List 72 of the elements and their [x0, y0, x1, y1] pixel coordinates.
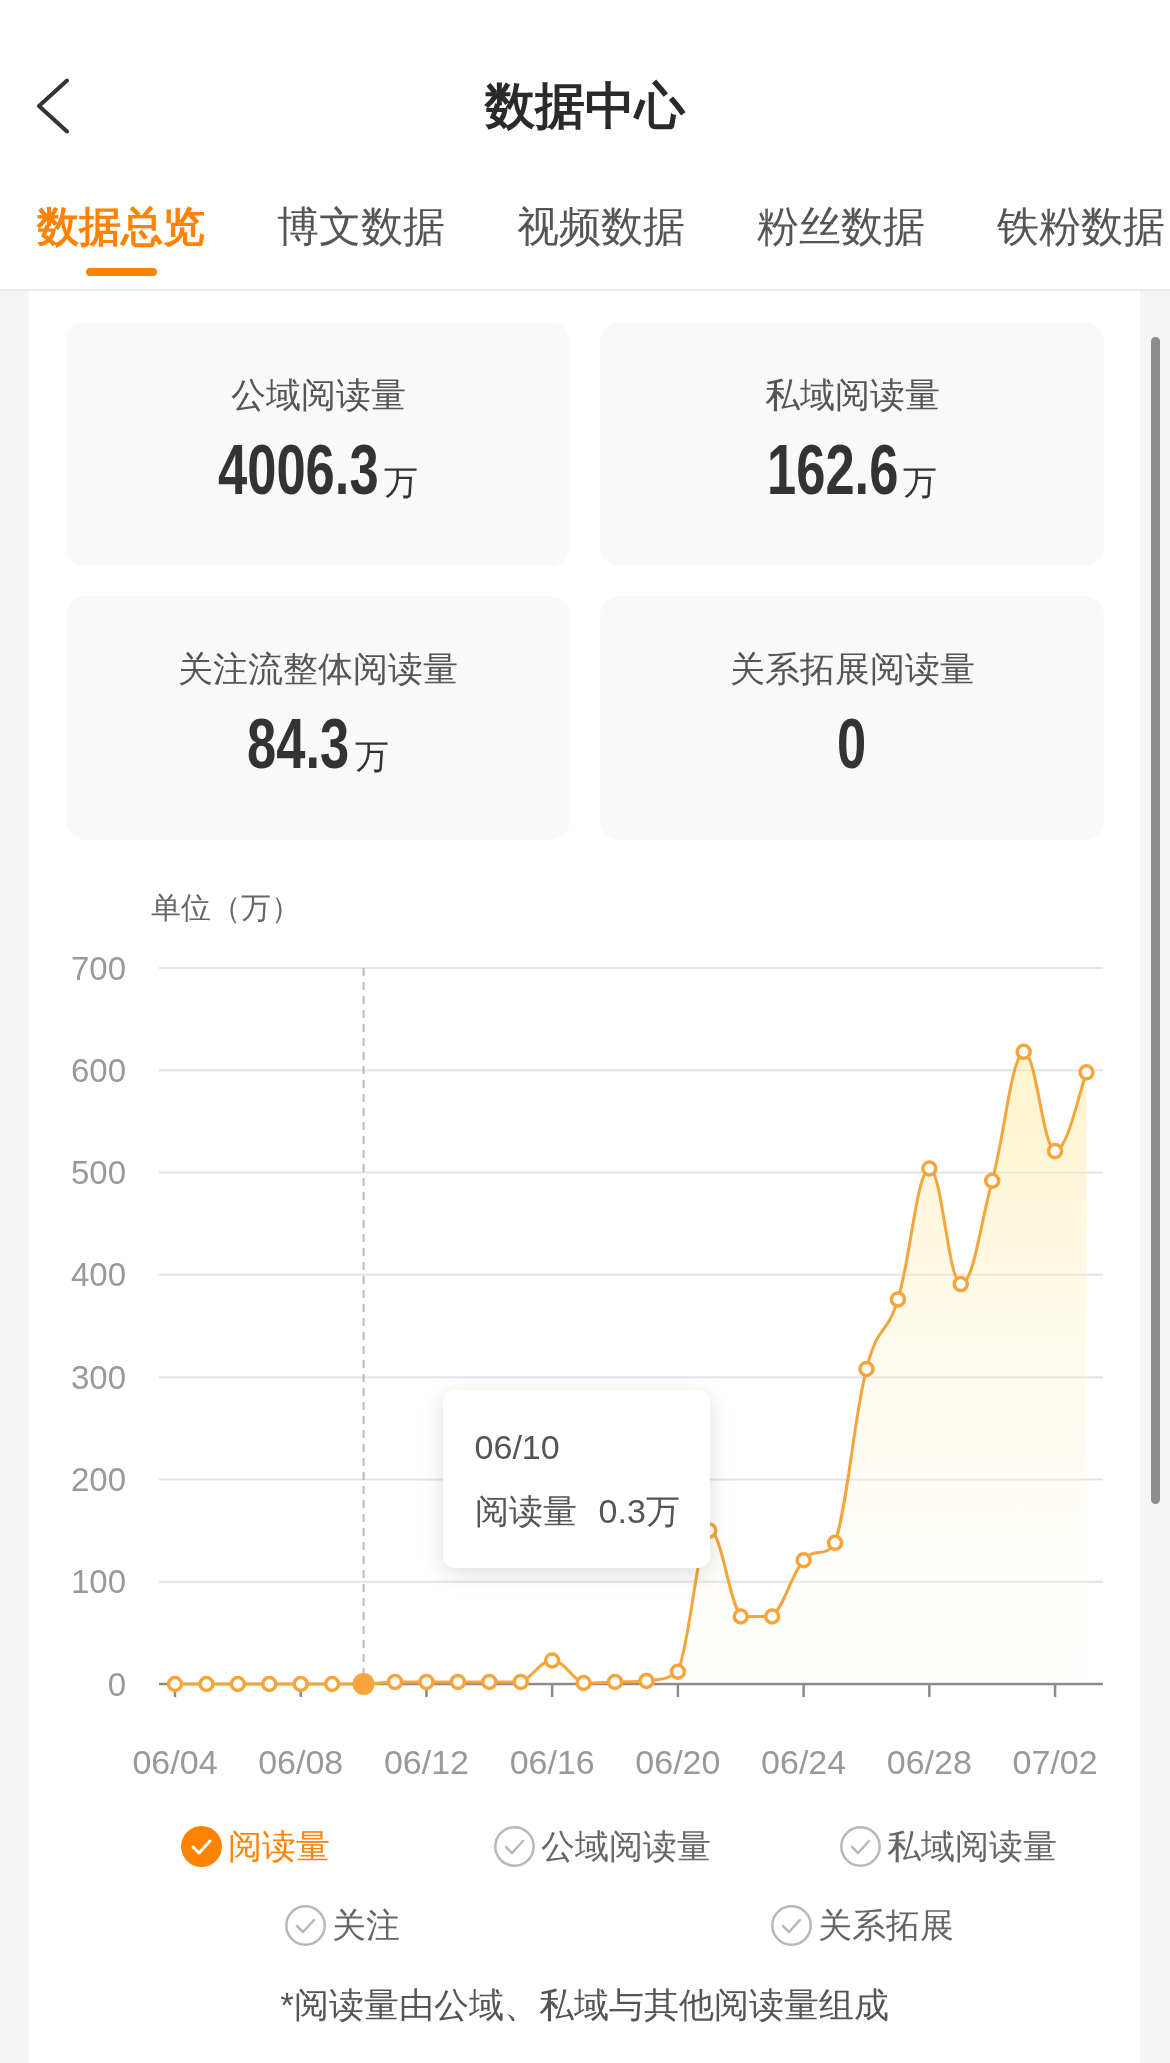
unit-label: 单位（万） [151, 890, 301, 924]
data-point [606, 1673, 624, 1691]
highlighted-data-point [352, 1673, 375, 1695]
stat-label: 私域阅读量 [764, 374, 940, 416]
tab[interactable]: 粉丝数据 [757, 198, 925, 276]
stat-value: 162.6 [766, 430, 899, 510]
legend-toggle[interactable]: 关注 [284, 1895, 400, 1955]
x-axis-label: 06/08 [258, 1743, 344, 1781]
stat-label: 公域阅读量 [230, 374, 406, 416]
data-point [638, 1672, 655, 1690]
data-point [229, 1675, 247, 1693]
data-point [418, 1673, 435, 1691]
data-point [323, 1675, 341, 1693]
x-axis-label: 06/28 [886, 1743, 972, 1781]
stat-value: 4006.3 [218, 430, 379, 510]
tab[interactable]: 视频数据 [517, 198, 685, 276]
data-point [732, 1608, 749, 1625]
data-point [386, 1673, 404, 1691]
data-point [575, 1674, 592, 1692]
data-point [292, 1675, 309, 1693]
stat-unit: 万 [354, 736, 389, 777]
data-point [763, 1608, 781, 1625]
tooltip-date: 06/10 [474, 1427, 561, 1468]
stat-unit: 万 [383, 462, 418, 503]
data-point [795, 1552, 812, 1569]
legend-toggle[interactable]: 公域阅读量 [493, 1816, 711, 1876]
data-point [1078, 1064, 1095, 1081]
back-icon[interactable] [36, 77, 70, 134]
data-point [481, 1673, 498, 1691]
y-axis-label: 400 [70, 1256, 126, 1294]
data-point [543, 1652, 561, 1669]
stat-value: 84.3 [247, 704, 350, 784]
footnote: *阅读量由公域、私域与其他阅读量组成 [280, 1984, 889, 2026]
legend-toggle[interactable]: 关系拓展 [770, 1895, 954, 1955]
scrollbar-thumb[interactable] [1151, 337, 1160, 1504]
data-point [952, 1275, 970, 1293]
data-point [198, 1675, 215, 1693]
stat-value: 0 [837, 704, 867, 784]
x-axis-label: 06/16 [509, 1743, 595, 1781]
y-axis-label: 500 [70, 1154, 126, 1192]
x-axis-label: 07/02 [1012, 1743, 1098, 1781]
data-point [826, 1534, 844, 1552]
tab[interactable]: 博文数据 [277, 198, 445, 276]
x-axis-label: 06/04 [132, 1743, 218, 1781]
y-axis-label: 300 [70, 1358, 126, 1396]
data-point [858, 1360, 875, 1378]
x-axis-label: 06/12 [383, 1743, 469, 1781]
stat-label: 关注流整体阅读量 [178, 648, 458, 690]
y-axis-label: 200 [70, 1460, 126, 1498]
tooltip-value: 0.3万 [598, 1491, 680, 1532]
stat-label: 关系拓展阅读量 [729, 648, 975, 690]
data-point [1046, 1142, 1064, 1160]
tooltip-label: 阅读量 [474, 1491, 577, 1532]
data-point [261, 1675, 278, 1693]
x-axis-label: 06/24 [761, 1743, 847, 1781]
data-point [983, 1172, 1001, 1189]
data-point [889, 1291, 907, 1308]
x-axis-label: 06/20 [635, 1743, 721, 1781]
y-axis-label: 600 [70, 1051, 126, 1089]
data-point [1015, 1043, 1032, 1061]
stat-unit: 万 [903, 462, 938, 503]
tab[interactable]: 铁粉数据 [997, 198, 1165, 276]
y-axis-label: 100 [70, 1563, 126, 1601]
data-point [921, 1160, 938, 1177]
data-point [166, 1675, 184, 1693]
y-axis-label: 700 [70, 949, 126, 987]
data-point [669, 1663, 687, 1680]
y-axis-label: 0 [107, 1665, 126, 1703]
data-point [512, 1673, 529, 1691]
page-title: 数据中心 [485, 76, 685, 136]
data-point [449, 1673, 467, 1691]
legend-toggle[interactable]: 私域阅读量 [840, 1816, 1058, 1876]
